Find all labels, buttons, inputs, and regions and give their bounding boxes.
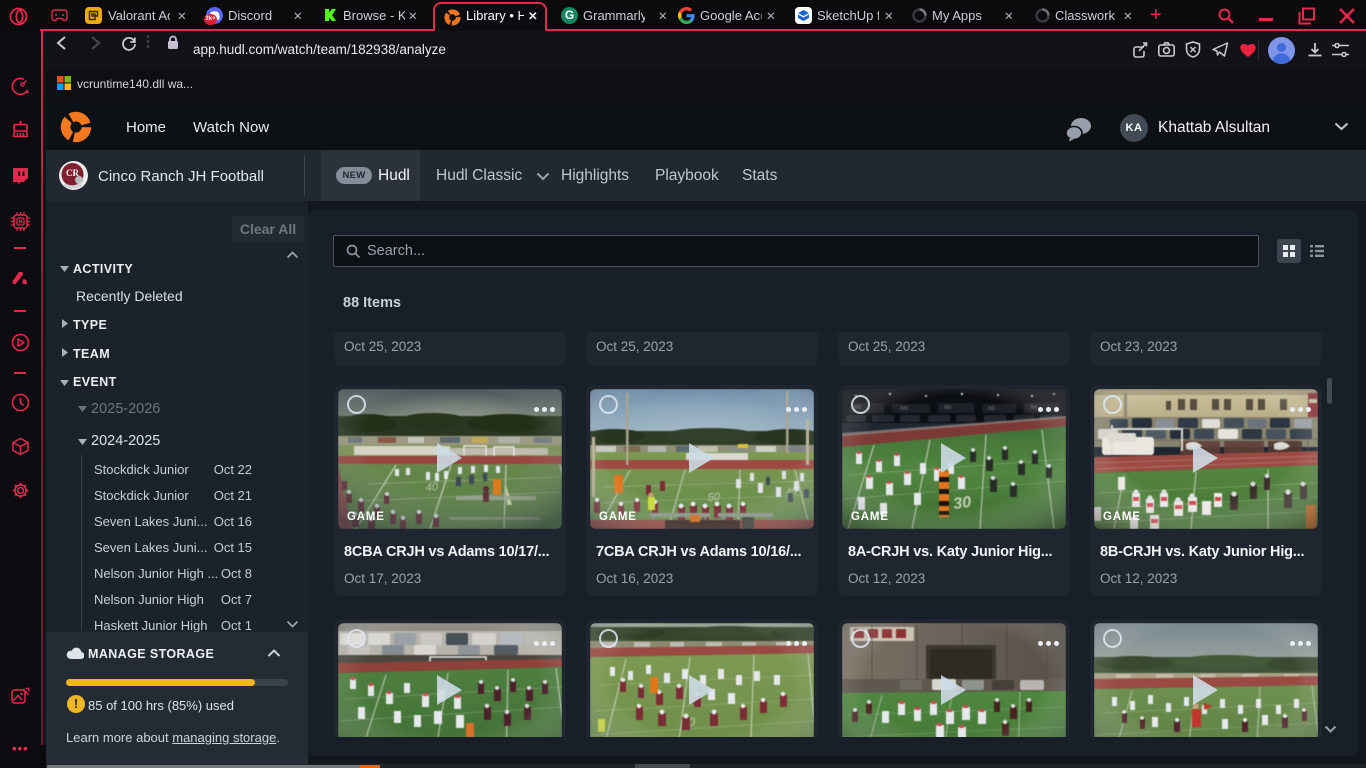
svg-text:CR: CR <box>66 168 79 178</box>
